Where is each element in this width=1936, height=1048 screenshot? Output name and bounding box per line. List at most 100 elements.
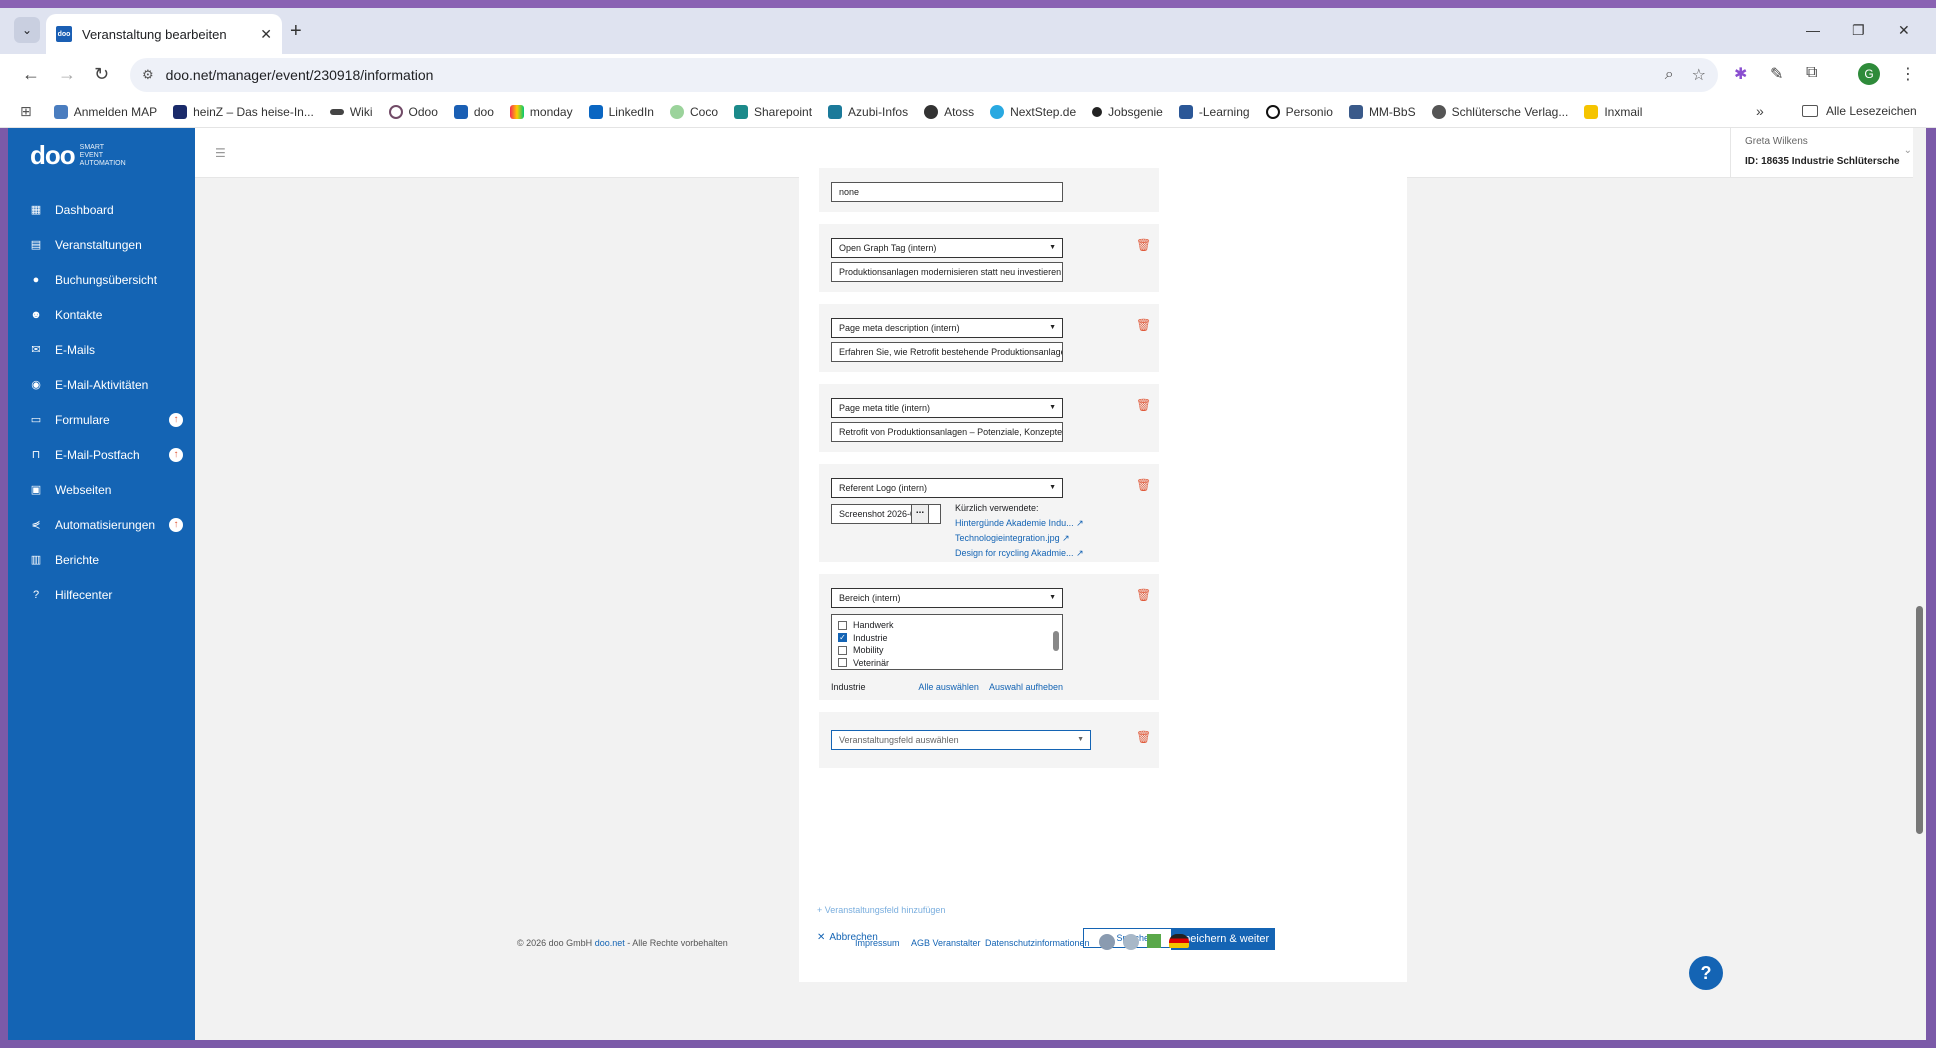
list-item[interactable]: ✓ Industrie (838, 632, 1056, 645)
bookmark-item[interactable]: monday (509, 104, 573, 119)
doo-logo[interactable]: doo SMART EVENT AUTOMATION (30, 140, 128, 171)
bookmark-item[interactable]: LinkedIn (588, 104, 654, 119)
german-flag-icon[interactable] (1169, 934, 1189, 948)
listbox-scrollbar[interactable] (1052, 617, 1060, 667)
account-switcher[interactable]: Greta Wilkens ID: 18635 Industrie Schlüt… (1730, 128, 1926, 178)
bookmark-item[interactable]: heinZ – Das heise-In... (173, 104, 314, 119)
extension-icon[interactable]: ✱ (1734, 64, 1747, 84)
agb-link[interactable]: AGB Veranstalter (911, 938, 981, 948)
bookmark-item[interactable]: NextStep.de (990, 104, 1076, 119)
bookmark-item[interactable]: Odoo (388, 104, 438, 119)
trash-icon[interactable]: 🗑 (1136, 398, 1151, 412)
tab-close-icon[interactable]: ✕ (260, 26, 272, 43)
bookmark-star-icon[interactable]: ☆ (1692, 65, 1706, 85)
field-type-select[interactable]: Bereich (intern) ▼ (831, 588, 1063, 608)
bookmark-item[interactable]: MM-BbS (1348, 104, 1416, 119)
trash-icon[interactable]: 🗑 (1136, 588, 1151, 602)
trash-icon[interactable]: 🗑 (1136, 238, 1151, 252)
bookmark-item[interactable]: Coco (669, 104, 718, 119)
all-bookmarks-button[interactable]: Alle Lesezeichen (1802, 104, 1917, 118)
recent-file-link[interactable]: Hintergünde Akademie Indu... ↗ (955, 516, 1084, 531)
sharepoint-icon (734, 104, 748, 119)
checkbox[interactable] (838, 620, 847, 630)
eyedropper-icon[interactable]: ✎ (1770, 64, 1783, 84)
sidebar-item-kontakte[interactable]: ☻ Kontakte (8, 297, 195, 332)
more-bookmarks-icon[interactable]: » (1756, 103, 1764, 119)
site-info-icon[interactable]: ⚙ (142, 67, 154, 83)
sidebar-item-emails[interactable]: ✉ E-Mails (8, 332, 195, 367)
sidebar-item-email-aktivitaeten[interactable]: ◉ E-Mail-Aktivitäten (8, 367, 195, 402)
list-item[interactable]: Mobility (838, 644, 1056, 657)
trash-icon[interactable]: 🗑 (1136, 730, 1151, 744)
field-value-input[interactable]: Erfahren Sie, wie Retrofit bestehende Pr… (831, 342, 1063, 362)
tab-active[interactable]: doo Veranstaltung bearbeiten ✕ (46, 14, 282, 54)
checkbox-checked[interactable]: ✓ (838, 633, 847, 643)
tab-search-button[interactable]: ⌄ (14, 17, 40, 43)
sidebar-item-webseiten[interactable]: ▣ Webseiten (8, 472, 195, 507)
help-button[interactable]: ? (1689, 956, 1723, 990)
trash-icon[interactable]: 🗑 (1136, 318, 1151, 332)
recent-file-link[interactable]: Design for rcycling Akadmie... ↗ (955, 546, 1084, 561)
bereich-listbox[interactable]: Handwerk ✓ Industrie Mobility Veterinär (831, 614, 1063, 670)
bookmark-item[interactable]: Inxmail (1584, 104, 1642, 119)
sidebar-item-veranstaltungen[interactable]: ▤ Veranstaltungen (8, 227, 195, 262)
restore-icon[interactable]: ❐ (1852, 22, 1865, 39)
profile-avatar[interactable]: G (1858, 63, 1880, 85)
checkbox[interactable] (838, 645, 847, 655)
checkbox[interactable] (838, 658, 847, 668)
bookmark-item[interactable]: doo (453, 104, 494, 119)
bookmark-item[interactable]: Anmelden MAP (53, 104, 157, 119)
bookmark-item[interactable]: Sharepoint (734, 104, 812, 119)
field-type-select[interactable]: Referent Logo (intern) ▼ (831, 478, 1063, 498)
minimize-icon[interactable]: — (1806, 22, 1820, 38)
scrollbar-thumb[interactable] (1916, 606, 1923, 834)
sidebar-item-berichte[interactable]: ▥ Berichte (8, 542, 195, 577)
close-icon: ✕ (817, 932, 826, 943)
extensions-puzzle-icon[interactable]: ⧉ (1806, 64, 1817, 82)
trash-icon[interactable]: 🗑 (1136, 478, 1151, 492)
dropdown-arrow-icon: ▼ (1049, 244, 1056, 251)
address-bar[interactable]: ⚙ doo.net/manager/event/230918/informati… (130, 58, 1718, 92)
browse-files-button[interactable]: ... (911, 504, 929, 524)
list-item[interactable]: Handwerk (838, 619, 1056, 632)
bookmark-item[interactable]: -Learning (1178, 104, 1250, 119)
select-all-link[interactable]: Alle auswählen (918, 682, 979, 692)
bookmark-item[interactable]: Wiki (329, 105, 373, 119)
sidebar-item-dashboard[interactable]: ▦ Dashboard (8, 192, 195, 227)
field-value-input[interactable]: none (831, 182, 1063, 202)
sidebar-item-buchungsuebersicht[interactable]: ● Buchungsübersicht (8, 262, 195, 297)
reload-icon[interactable]: ↻ (94, 64, 109, 85)
back-icon[interactable]: ← (22, 64, 40, 85)
sidebar-item-email-postfach[interactable]: ⊓ E-Mail-Postfach ↑ (8, 437, 195, 472)
forward-icon[interactable]: → (58, 64, 76, 85)
new-tab-button[interactable]: + (290, 20, 302, 43)
odoo-icon (388, 104, 403, 119)
zoom-icon[interactable]: ⌕ (1665, 66, 1674, 84)
field-type-select[interactable]: Page meta description (intern) ▼ (831, 318, 1063, 338)
event-field-select[interactable]: Veranstaltungsfeld auswählen ▼ (831, 730, 1091, 750)
field-value-input[interactable]: Produktionsanlagen modernisieren statt n… (831, 262, 1063, 282)
scrollbar-thumb[interactable] (1053, 631, 1059, 651)
page-scrollbar[interactable] (1913, 128, 1926, 1040)
field-type-select[interactable]: Page meta title (intern) ▼ (831, 398, 1063, 418)
deselect-link[interactable]: Auswahl aufheben (989, 682, 1063, 692)
field-type-select[interactable]: Open Graph Tag (intern) ▼ (831, 238, 1063, 258)
list-item[interactable]: Veterinär (838, 657, 1056, 670)
close-window-icon[interactable]: ✕ (1898, 22, 1910, 39)
bookmark-item[interactable]: Jobsgenie (1092, 105, 1163, 119)
privacy-link[interactable]: Datenschutzinformationen (985, 938, 1090, 948)
sidebar-item-automatisierungen[interactable]: ⋞ Automatisierungen ↑ (8, 507, 195, 542)
bookmark-item[interactable]: Personio (1265, 104, 1333, 119)
bookmark-item[interactable]: Azubi-Infos (828, 104, 908, 119)
impressum-link[interactable]: Impressum (855, 938, 900, 948)
sidebar-item-formulare[interactable]: ▭ Formulare ↑ (8, 402, 195, 437)
collapse-sidebar-icon[interactable]: ☰ (215, 146, 226, 160)
bookmark-item[interactable]: Schlütersche Verlag... (1431, 104, 1568, 119)
add-field-link[interactable]: + Veranstaltungsfeld hinzufügen (817, 905, 945, 915)
apps-grid-icon[interactable]: ⊞ (20, 103, 32, 120)
recent-file-link[interactable]: Technologieintegration.jpg ↗ (955, 531, 1084, 546)
field-value-input[interactable]: Retrofit von Produktionsanlagen – Potenz… (831, 422, 1063, 442)
sidebar-item-hilfecenter[interactable]: ? Hilfecenter (8, 577, 195, 612)
bookmark-item[interactable]: Atoss (924, 104, 974, 119)
menu-icon[interactable]: ⋮ (1900, 64, 1916, 84)
